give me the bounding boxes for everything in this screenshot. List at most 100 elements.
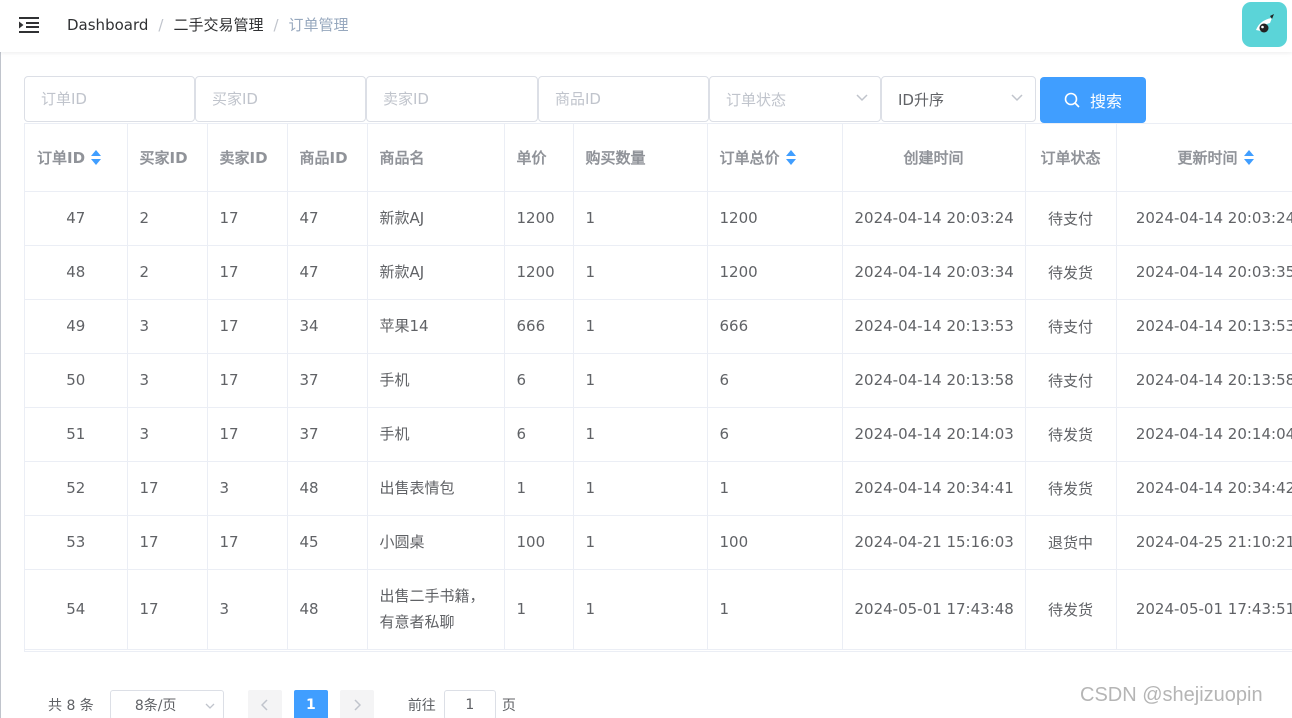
cell-status: 待支付 <box>1025 299 1117 354</box>
table-row: 54 17 3 48 出售二手书籍，有意者私聊 1 1 1 2024-05-01 17:43:4… <box>25 569 1292 650</box>
breadcrumb-trade-management[interactable]: 二手交易管理 <box>173 14 263 35</box>
cell-buyer-id: 3 <box>127 299 208 354</box>
order-status-placeholder: 订单状态 <box>726 90 787 109</box>
cell-seller-id: 17 <box>207 191 288 246</box>
chevron-down-icon <box>856 94 868 102</box>
cell-unit-price: 100 <box>504 515 574 570</box>
page-number-current[interactable]: 1 <box>293 690 328 718</box>
cell-status: 待发货 <box>1025 461 1117 516</box>
col-header-label: 订单总价 <box>719 148 780 167</box>
breadcrumb-order-management: 订单管理 <box>288 16 349 34</box>
cell-unit-price: 1 <box>504 461 574 516</box>
search-icon <box>1064 92 1080 108</box>
table-row: 53 17 17 45 小圆桌 100 1 100 2024-04-21 15:16:03 退货中… <box>25 515 1292 570</box>
cell-quantity: 1 <box>573 299 708 354</box>
cell-created-at: 2024-04-14 20:13:58 <box>842 353 1026 408</box>
col-header-updated-at[interactable]: 更新时间 <box>1116 124 1292 192</box>
cell-order-id: 50 <box>25 353 128 408</box>
cell-status: 待支付 <box>1025 353 1117 408</box>
cell-status: 待支付 <box>1025 191 1117 246</box>
sort-caret-icon[interactable] <box>91 150 102 166</box>
cell-total-price: 6 <box>707 353 843 408</box>
cell-order-id: 54 <box>25 569 128 650</box>
prev-page-button[interactable] <box>247 690 282 718</box>
breadcrumb-separator: / <box>158 15 164 34</box>
watermark: CSDN @shejizuopin <box>1080 684 1263 706</box>
cell-product-id: 37 <box>287 353 368 408</box>
cell-product-name: 出售表情包 <box>367 461 505 516</box>
search-button-label: 搜索 <box>1089 94 1122 111</box>
col-header-label: 订单ID <box>37 148 86 167</box>
pagination: 共 8 条 8条/页 1 前往 页 <box>48 690 516 718</box>
goto-page-input[interactable] <box>443 690 496 718</box>
top-navbar: Dashboard / 二手交易管理 / 订单管理 <box>0 0 1292 52</box>
user-avatar[interactable] <box>1242 2 1287 47</box>
cell-buyer-id: 17 <box>127 569 208 650</box>
cell-status: 待发货 <box>1025 245 1117 300</box>
buyer-id-input[interactable] <box>195 76 366 122</box>
cell-total-price: 1200 <box>707 191 843 246</box>
cell-updated-at: 2024-04-14 20:13:53 <box>1116 299 1292 354</box>
cell-buyer-id: 17 <box>127 515 208 570</box>
breadcrumb-dashboard[interactable]: Dashboard <box>67 16 148 34</box>
col-header-order-id[interactable]: 订单ID <box>25 124 128 192</box>
cell-quantity: 1 <box>573 407 708 462</box>
breadcrumb-separator: / <box>273 15 279 34</box>
col-header-total-price[interactable]: 订单总价 <box>707 124 843 192</box>
col-header-buyer-id: 买家ID <box>127 124 208 192</box>
table-row: 52 17 3 48 出售表情包 1 1 1 2024-04-14 20:34:41 待发货 202… <box>25 461 1292 516</box>
col-header-status: 订单状态 <box>1025 124 1117 192</box>
sort-caret-icon[interactable] <box>1243 150 1254 166</box>
cell-product-id: 48 <box>287 461 368 516</box>
search-button[interactable]: 搜索 <box>1040 77 1146 123</box>
page-size-select[interactable]: 8条/页 <box>109 690 224 718</box>
cell-status: 待发货 <box>1025 407 1117 462</box>
page-size-value: 8条/页 <box>134 698 177 714</box>
cell-order-id: 53 <box>25 515 128 570</box>
cell-product-id: 37 <box>287 407 368 462</box>
chevron-down-icon <box>1011 94 1023 102</box>
cell-product-name: 新款AJ <box>367 191 505 246</box>
cell-seller-id: 3 <box>207 569 288 650</box>
sort-select-value: ID升序 <box>898 90 944 109</box>
chevron-left-icon <box>260 699 268 711</box>
cell-quantity: 1 <box>573 461 708 516</box>
cell-created-at: 2024-04-14 20:34:41 <box>842 461 1026 516</box>
cell-total-price: 1 <box>707 569 843 650</box>
table-row: 50 3 17 37 手机 6 1 6 2024-04-14 20:13:58 待支付 2024-0… <box>25 353 1292 408</box>
cell-created-at: 2024-04-14 20:03:34 <box>842 245 1026 300</box>
cell-seller-id: 3 <box>207 461 288 516</box>
cell-product-id: 47 <box>287 191 368 246</box>
sort-caret-icon[interactable] <box>785 150 796 166</box>
cell-quantity: 1 <box>573 191 708 246</box>
cell-unit-price: 1200 <box>504 191 574 246</box>
cell-updated-at: 2024-05-01 17:43:51 <box>1116 569 1292 650</box>
cell-total-price: 100 <box>707 515 843 570</box>
cell-buyer-id: 3 <box>127 407 208 462</box>
cell-created-at: 2024-04-14 20:13:53 <box>842 299 1026 354</box>
cell-unit-price: 1 <box>504 569 574 650</box>
pagination-total: 共 8 条 <box>48 698 94 714</box>
cell-product-name: 出售二手书籍，有意者私聊 <box>367 569 505 650</box>
seller-id-input[interactable] <box>366 76 538 122</box>
cell-order-id: 47 <box>25 191 128 246</box>
table-row: 49 3 17 34 苹果14 666 1 666 2024-04-14 20:13:53 待支付… <box>25 299 1292 354</box>
next-page-button[interactable] <box>339 690 374 718</box>
cell-product-id: 45 <box>287 515 368 570</box>
table-row: 47 2 17 47 新款AJ 1200 1 1200 2024-04-14 20:03:24 待… <box>25 191 1292 246</box>
cell-product-name: 苹果14 <box>367 299 505 354</box>
sort-select[interactable]: ID升序 <box>881 76 1036 122</box>
order-status-select[interactable]: 订单状态 <box>709 76 881 122</box>
cell-created-at: 2024-04-14 20:03:24 <box>842 191 1026 246</box>
cell-updated-at: 2024-04-25 21:10:21 <box>1116 515 1292 570</box>
orders-table: 订单ID 买家ID 卖家ID 商品ID 商品名 单价 购买数量 订单总价 创建时… <box>24 123 1292 652</box>
cell-total-price: 666 <box>707 299 843 354</box>
cell-order-id: 48 <box>25 245 128 300</box>
breadcrumb: Dashboard / 二手交易管理 / 订单管理 <box>67 14 349 35</box>
cell-total-price: 1200 <box>707 245 843 300</box>
chevron-down-icon <box>205 703 215 709</box>
order-id-input[interactable] <box>24 76 195 122</box>
col-header-quantity: 购买数量 <box>573 124 708 192</box>
menu-toggle-icon[interactable] <box>0 0 58 50</box>
product-id-input[interactable] <box>538 76 709 122</box>
